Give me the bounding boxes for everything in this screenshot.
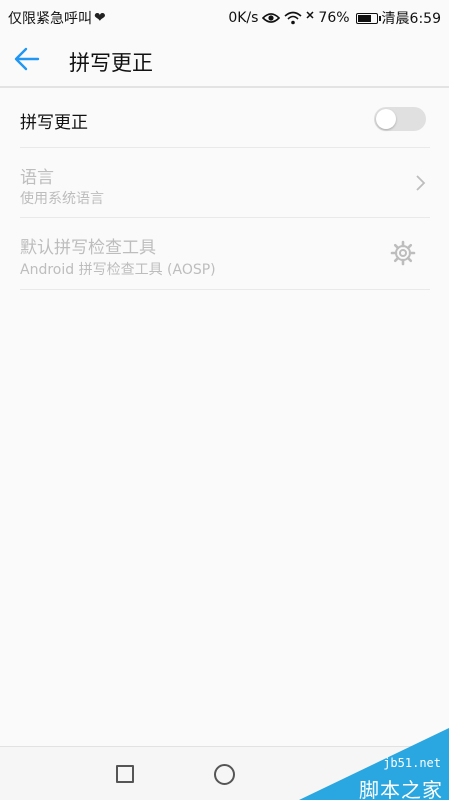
spell-check-toggle[interactable] — [374, 107, 426, 131]
clock: 清晨6:59 — [381, 11, 441, 27]
default-checker-value: Android 拼写检查工具 (AOSP) — [20, 262, 216, 278]
watermark-url: jb51.net — [383, 756, 441, 770]
battery-icon — [355, 12, 381, 24]
recent-apps-button[interactable] — [116, 765, 134, 783]
default-checker-label: 默认拼写检查工具 — [20, 238, 156, 258]
watermark-name: 脚本之家 — [359, 778, 443, 800]
toggle-knob — [376, 109, 396, 129]
spell-check-row[interactable]: 拼写更正 — [20, 90, 430, 148]
language-row[interactable]: 语言 使用系统语言 — [20, 148, 430, 218]
status-left: 仅限紧急呼叫 ❤ — [8, 8, 106, 28]
language-label: 语言 — [20, 168, 54, 188]
battery-percent: 76% — [318, 10, 350, 26]
home-button[interactable] — [214, 764, 235, 785]
eye-icon — [262, 13, 281, 23]
status-right: 0K/s 76% 清晨6:59 — [228, 8, 441, 28]
back-button[interactable] — [14, 46, 54, 76]
wifi-icon — [284, 11, 302, 25]
gear-icon[interactable] — [390, 240, 416, 266]
watermark: jb51.net 脚本之家 — [299, 728, 449, 800]
language-value: 使用系统语言 — [20, 191, 104, 207]
no-signal-icon — [306, 11, 314, 19]
carrier-status: 仅限紧急呼叫 — [8, 11, 92, 27]
page-title: 拼写更正 — [69, 51, 153, 75]
heart-icon: ❤ — [94, 10, 106, 26]
chevron-right-icon — [416, 175, 426, 191]
status-bar: 仅限紧急呼叫 ❤ 0K/s 76% 清晨6:59 — [0, 0, 449, 34]
app-bar: 拼写更正 — [0, 34, 449, 88]
spell-check-label: 拼写更正 — [20, 113, 88, 133]
default-checker-row[interactable]: 默认拼写检查工具 Android 拼写检查工具 (AOSP) — [20, 218, 430, 290]
network-speed: 0K/s — [228, 10, 259, 26]
back-arrow-icon — [14, 47, 40, 71]
